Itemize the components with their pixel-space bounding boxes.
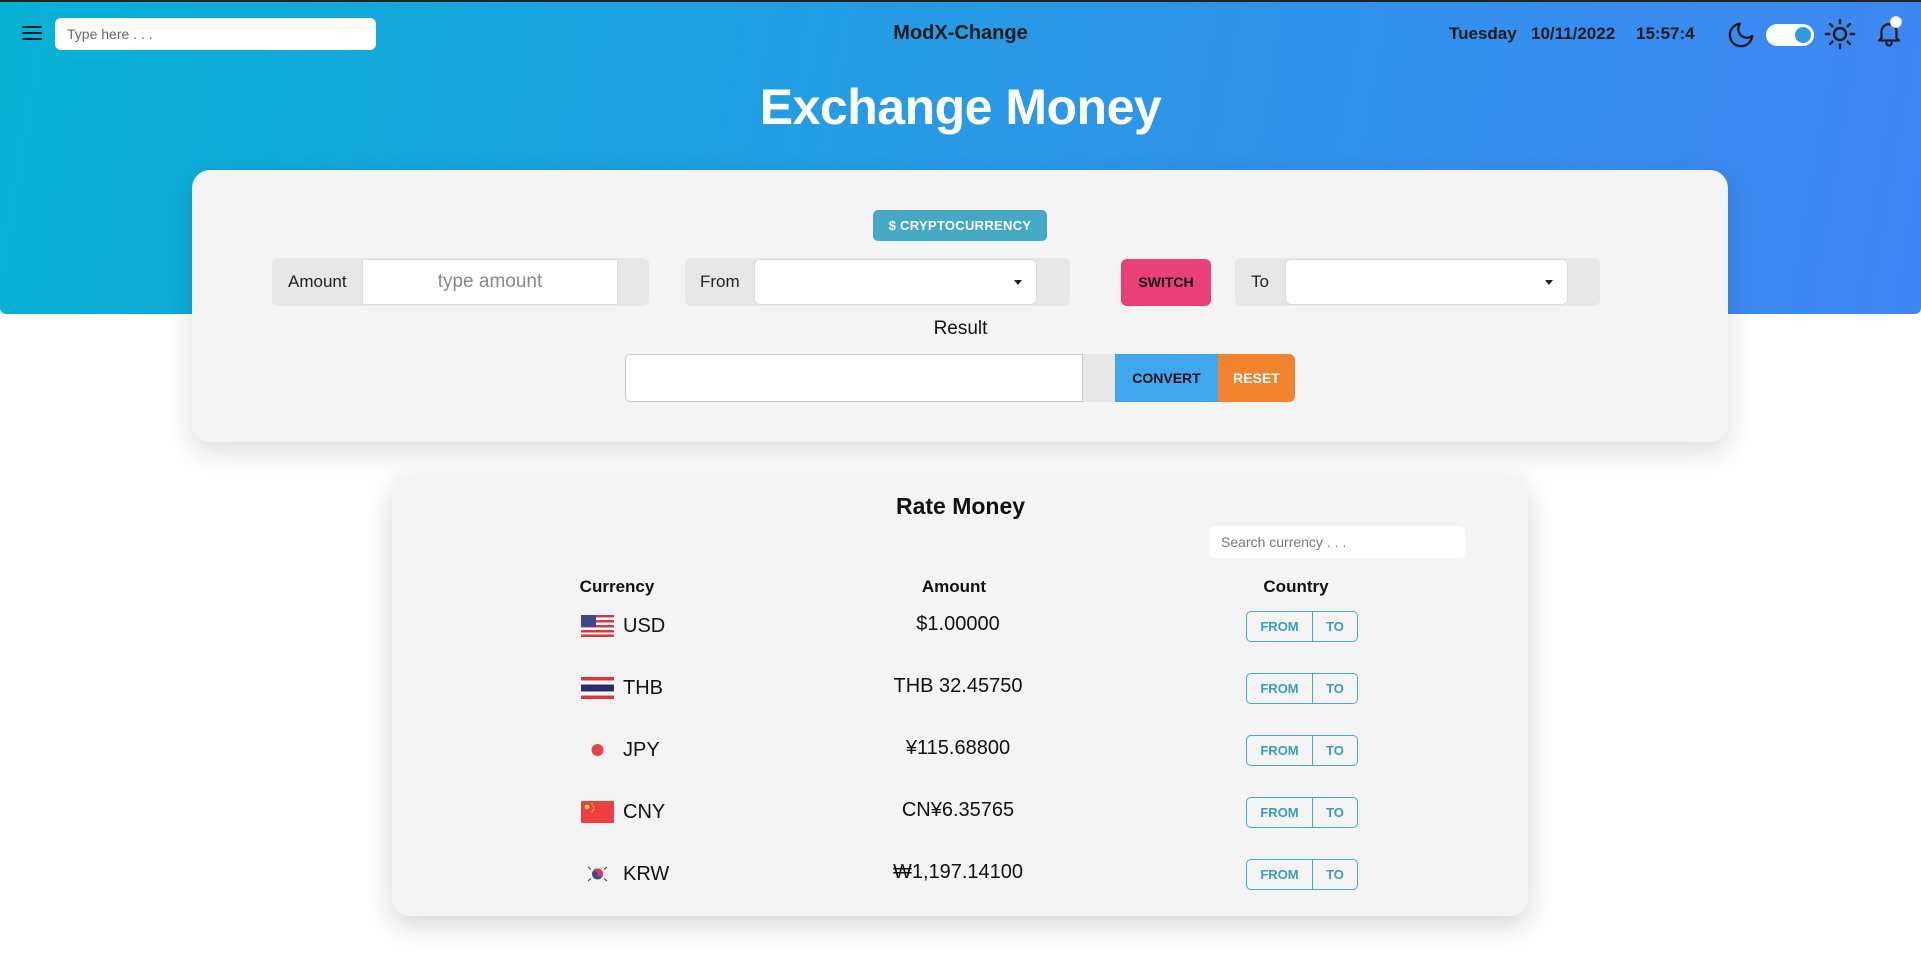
from-button[interactable]: FROM — [1246, 735, 1313, 766]
time-label: 15:57:4 — [1636, 24, 1695, 43]
currency-amount: CN¥6.35765 — [901, 799, 1015, 821]
rate-title: Rate Money — [895, 493, 1026, 519]
currency-code: THB — [623, 676, 663, 699]
table-row-currency: USD — [581, 611, 665, 641]
from-button[interactable]: FROM — [1246, 797, 1313, 828]
currency-amount: $1.00000 — [916, 613, 1000, 635]
currency-code: CNY — [623, 800, 666, 823]
table-row-currency: CNY — [581, 797, 665, 827]
from-button[interactable]: FROM — [1246, 673, 1313, 704]
us-flag-icon — [581, 615, 614, 637]
row-actions: FROM TO — [1246, 673, 1358, 704]
from-currency-select[interactable] — [754, 259, 1037, 305]
to-label: To — [1251, 272, 1269, 291]
cryptocurrency-button[interactable]: $ CRYPTOCURRENCY — [873, 210, 1047, 241]
result-label: Result — [933, 318, 988, 339]
notification-dot — [1890, 16, 1902, 28]
theme-toggle[interactable] — [1766, 24, 1814, 46]
to-button[interactable]: TO — [1313, 859, 1358, 890]
from-button[interactable]: FROM — [1246, 611, 1313, 642]
to-button[interactable]: TO — [1313, 797, 1358, 828]
row-actions: FROM TO — [1246, 859, 1358, 890]
jp-flag-icon — [591, 744, 604, 756]
caret-down-icon — [1014, 280, 1022, 285]
day-label: Tuesday — [1449, 24, 1517, 43]
date-label: 10/11/2022 — [1531, 24, 1616, 43]
amount-input[interactable] — [362, 259, 618, 305]
table-row-currency: THB — [581, 673, 663, 703]
row-actions: FROM TO — [1246, 611, 1358, 642]
to-currency-select[interactable] — [1285, 259, 1568, 305]
reset-button[interactable]: RESET — [1218, 354, 1295, 402]
moon-icon — [1728, 22, 1754, 48]
currency-amount: ₩1,197.14100 — [892, 861, 1024, 883]
page-title: Exchange Money — [759, 79, 1162, 135]
caret-down-icon — [1545, 280, 1553, 285]
amount-label: Amount — [288, 272, 347, 291]
currency-code: USD — [623, 614, 666, 637]
currency-code: KRW — [623, 862, 670, 885]
result-field[interactable] — [625, 354, 1083, 402]
cn-flag-icon — [581, 801, 614, 823]
menu-icon[interactable] — [22, 26, 42, 42]
table-row-currency: KRW — [581, 859, 669, 889]
global-search-input[interactable] — [55, 18, 376, 50]
toggle-knob — [1795, 27, 1811, 43]
sun-icon — [1824, 18, 1856, 50]
currency-amount: ¥115.68800 — [905, 737, 1011, 759]
column-header-currency: Currency — [579, 577, 655, 596]
table-row-currency: JPY — [581, 735, 660, 765]
to-button[interactable]: TO — [1313, 673, 1358, 704]
row-actions: FROM TO — [1246, 797, 1358, 828]
currency-amount: THB 32.45750 — [893, 675, 1023, 697]
kr-flag-icon — [587, 866, 608, 882]
column-header-country: Country — [1263, 577, 1329, 596]
result-addon — [1083, 354, 1115, 402]
convert-button[interactable]: CONVERT — [1115, 354, 1218, 402]
currency-search-input[interactable] — [1209, 526, 1465, 558]
switch-button[interactable]: SWITCH — [1121, 259, 1211, 306]
to-button[interactable]: TO — [1313, 735, 1358, 766]
from-label: From — [700, 272, 740, 291]
from-button[interactable]: FROM — [1246, 859, 1313, 890]
th-flag-icon — [581, 677, 614, 699]
row-actions: FROM TO — [1246, 735, 1358, 766]
to-button[interactable]: TO — [1313, 611, 1358, 642]
top-bar: ModX-Change Tuesday 10/11/2022 15:57:4 — [0, 0, 1921, 68]
column-header-amount: Amount — [921, 577, 987, 596]
currency-code: JPY — [623, 738, 660, 761]
